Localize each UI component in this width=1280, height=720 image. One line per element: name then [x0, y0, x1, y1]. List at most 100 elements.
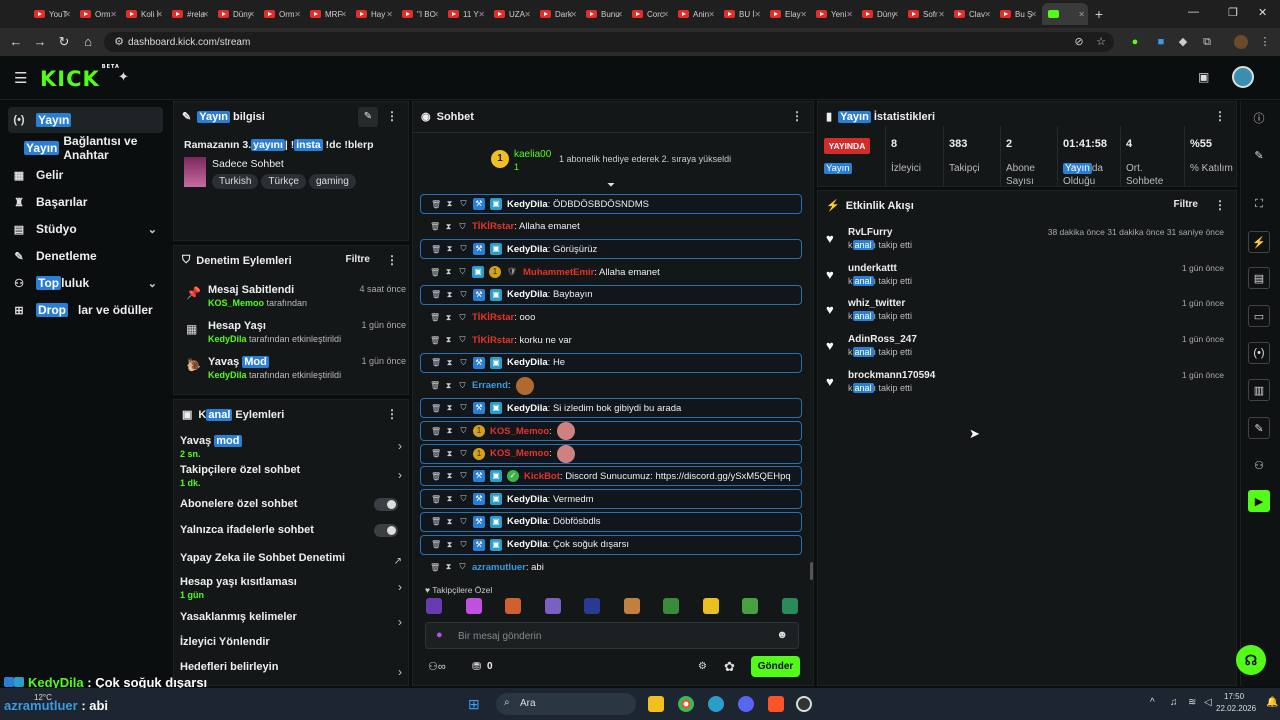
browser-tab[interactable]: Elay ✕ — [764, 3, 810, 25]
chat-message[interactable]: 🗑 ⧗ ⛉ 1 KOS_Memoo: — [420, 421, 802, 441]
broadcast-icon[interactable]: (•) — [1248, 342, 1270, 364]
activity-item[interactable]: ♥ RvLFurry k anal ı takip etti 38 dakika önce… — [826, 227, 1224, 257]
kick-logo[interactable]: KICK BETA — [40, 64, 120, 91]
trash-icon[interactable]: 🗑 — [431, 472, 441, 481]
emoji-icon[interactable]: ☻ — [776, 629, 788, 641]
close-tab-icon[interactable]: ✕ — [340, 10, 347, 19]
ban-icon[interactable]: ⛉ — [459, 290, 468, 300]
fullscreen-icon[interactable]: ⛶ — [1248, 193, 1270, 215]
timeout-icon[interactable]: ⧗ — [445, 494, 454, 504]
puzzle-icon[interactable]: ⧉ — [1200, 35, 1214, 49]
chat-message[interactable]: 🗑 ⧗ ⛉ ⚒ ▣ KedyDila: He — [420, 352, 802, 373]
timeout-icon[interactable]: ⧗ — [444, 222, 453, 232]
ban-icon[interactable]: ⛉ — [459, 358, 468, 368]
close-tab-icon[interactable]: ✕ — [386, 10, 393, 19]
close-tab-icon[interactable]: ✕ — [800, 10, 807, 19]
chat-message[interactable]: 🗑 ⧗ ⛉ ⚒ ▣ KedyDila: Baybayın — [420, 284, 802, 305]
ban-icon[interactable]: ⛉ — [459, 494, 468, 504]
nav-stream-key[interactable]: Yayın Bağlantısı ve Anahtar — [20, 134, 180, 162]
timeout-icon[interactable]: ⧗ — [445, 426, 454, 436]
chat-username[interactable]: KedyDila — [507, 516, 548, 527]
ban-icon[interactable]: ⛉ — [459, 540, 468, 550]
tag[interactable]: gaming — [308, 174, 356, 189]
channel-action-followers-only[interactable]: Takipçilere özel sohbet 1 dk. › — [180, 464, 402, 488]
chat-message[interactable]: 🗑 ⧗ ⛉ ⚒ ▣ KedyDila: Çok soğuk dışarsı — [420, 534, 802, 555]
activity-username[interactable]: underkattt — [848, 263, 897, 274]
chat-username[interactable]: KOS_Memoo — [490, 448, 549, 459]
clock-date[interactable]: 22.02.2026 — [1216, 704, 1256, 713]
chat-username[interactable]: KedyDila — [507, 403, 548, 414]
chat-username[interactable]: KedyDila — [507, 244, 548, 255]
browser-tab[interactable]: Clav ✕ — [948, 3, 994, 25]
timeout-icon[interactable]: ⧗ — [445, 290, 454, 300]
chat-message[interactable]: 🗑 ⧗ ⛉ azramutluer: abi — [420, 557, 802, 577]
close-tab-icon[interactable]: ✕ — [662, 10, 669, 19]
more-icon[interactable]: ⋮ — [386, 109, 398, 123]
trash-icon[interactable]: 🗑 — [431, 290, 441, 299]
close-tab-icon[interactable]: ✕ — [570, 10, 577, 19]
timeout-icon[interactable]: ⧗ — [445, 358, 454, 368]
profile-avatar[interactable] — [1234, 35, 1248, 49]
chat-username[interactable]: KedyDila — [507, 494, 548, 505]
close-tab-icon[interactable]: ✕ — [892, 10, 899, 19]
ban-icon[interactable]: ⛉ — [458, 562, 467, 572]
timeout-icon[interactable]: ⧗ — [444, 313, 453, 323]
mic-icon[interactable]: ♫ — [1170, 697, 1178, 708]
close-tab-icon[interactable]: ✕ — [616, 10, 623, 19]
chat-username[interactable]: KedyDila — [507, 289, 548, 300]
chat-username[interactable]: KedyDila — [507, 357, 548, 368]
browser-tab[interactable]: UZA ✕ — [488, 3, 534, 25]
ban-icon[interactable]: ⛉ — [458, 381, 467, 391]
settings-icon[interactable]: ⚙ — [698, 661, 707, 672]
chat-username[interactable]: KedyDila — [507, 199, 548, 210]
timeout-icon[interactable]: ⧗ — [445, 199, 454, 209]
close-tab-icon[interactable]: ✕ — [432, 10, 439, 19]
chat-message[interactable]: 🗑 ⧗ ⛉ ⚒ ▣ KedyDila: ÖDBDÖSBDÖSNDMS — [420, 194, 802, 214]
channel-action-account-age[interactable]: Hesap yaşı kısıtlaması 1 gün › — [180, 576, 402, 600]
chevron-up-icon[interactable]: ^ — [1150, 697, 1155, 708]
close-tab-icon[interactable]: ✕ — [708, 10, 715, 19]
browser-tab[interactable]: Dark ✕ — [534, 3, 580, 25]
more-icon[interactable]: ⋮ — [791, 109, 803, 123]
windows-start-icon[interactable]: ⊞ — [468, 696, 480, 713]
community-icon[interactable]: ⚇ — [1248, 454, 1270, 476]
trash-icon[interactable]: 🗑 — [430, 222, 440, 231]
trash-icon[interactable]: 🗑 — [430, 381, 440, 390]
channel-action-banned-words[interactable]: Yasaklanmış kelimeler › — [180, 611, 402, 629]
edit-icon[interactable]: ✎ — [358, 107, 378, 127]
activity-item[interactable]: ♥ brockmann170594 k anal ı takip etti 1 gün ö… — [826, 370, 1224, 400]
user-avatar[interactable] — [1232, 66, 1254, 88]
trash-icon[interactable]: 🗑 — [430, 563, 440, 572]
close-tab-icon[interactable]: ✕ — [248, 10, 255, 19]
gift-user[interactable]: kaelia00 — [514, 149, 551, 160]
obs-icon[interactable] — [796, 696, 812, 712]
activity-username[interactable]: RvLFurry — [848, 227, 892, 238]
mod-user[interactable]: KedyDila — [208, 370, 247, 380]
forward-icon[interactable]: → — [28, 34, 52, 49]
notification-icon[interactable]: 🔔 — [1266, 697, 1278, 708]
trash-icon[interactable]: 🗑 — [431, 517, 441, 526]
emote-icon[interactable] — [663, 598, 679, 614]
activity-item[interactable]: ♥ AdinRoss_247 k anal ı takip etti 1 gün önce — [826, 334, 1224, 364]
browser-tab[interactable]: "I BC ✕ — [396, 3, 442, 25]
mic-icon[interactable]: ● — [436, 629, 443, 641]
more-icon[interactable]: ⋮ — [386, 253, 398, 267]
emote-icon[interactable] — [623, 598, 640, 614]
stats-icon[interactable]: ▤ — [1248, 267, 1270, 289]
nav-topluluk[interactable]: ⚇ Top luluk ⌄ — [8, 270, 163, 296]
chat-username[interactable]: TİKİRstar — [472, 221, 514, 232]
trash-icon[interactable]: 🗑 — [431, 200, 441, 209]
activity-username[interactable]: whiz_twitter — [848, 298, 905, 309]
subs-only-toggle[interactable] — [374, 498, 398, 511]
timeout-icon[interactable]: ⧗ — [445, 244, 454, 254]
timeout-icon[interactable]: ⧗ — [444, 335, 453, 345]
browser-tab[interactable]: #rela ✕ — [166, 3, 212, 25]
trash-icon[interactable]: 🗑 — [430, 268, 440, 277]
chat-message[interactable]: 🗑 ⧗ ⛉ TİKİRstar: ooo — [420, 308, 802, 328]
gift-icon[interactable]: ⛃ — [472, 660, 481, 673]
browser-tab[interactable]: Düny ✕ — [856, 3, 902, 25]
hamburger-icon[interactable]: ☰ — [14, 69, 27, 87]
trash-icon[interactable]: 🗑 — [431, 358, 441, 367]
home-icon[interactable]: ⌂ — [76, 34, 100, 49]
extension-icon[interactable]: ● — [1128, 35, 1142, 49]
